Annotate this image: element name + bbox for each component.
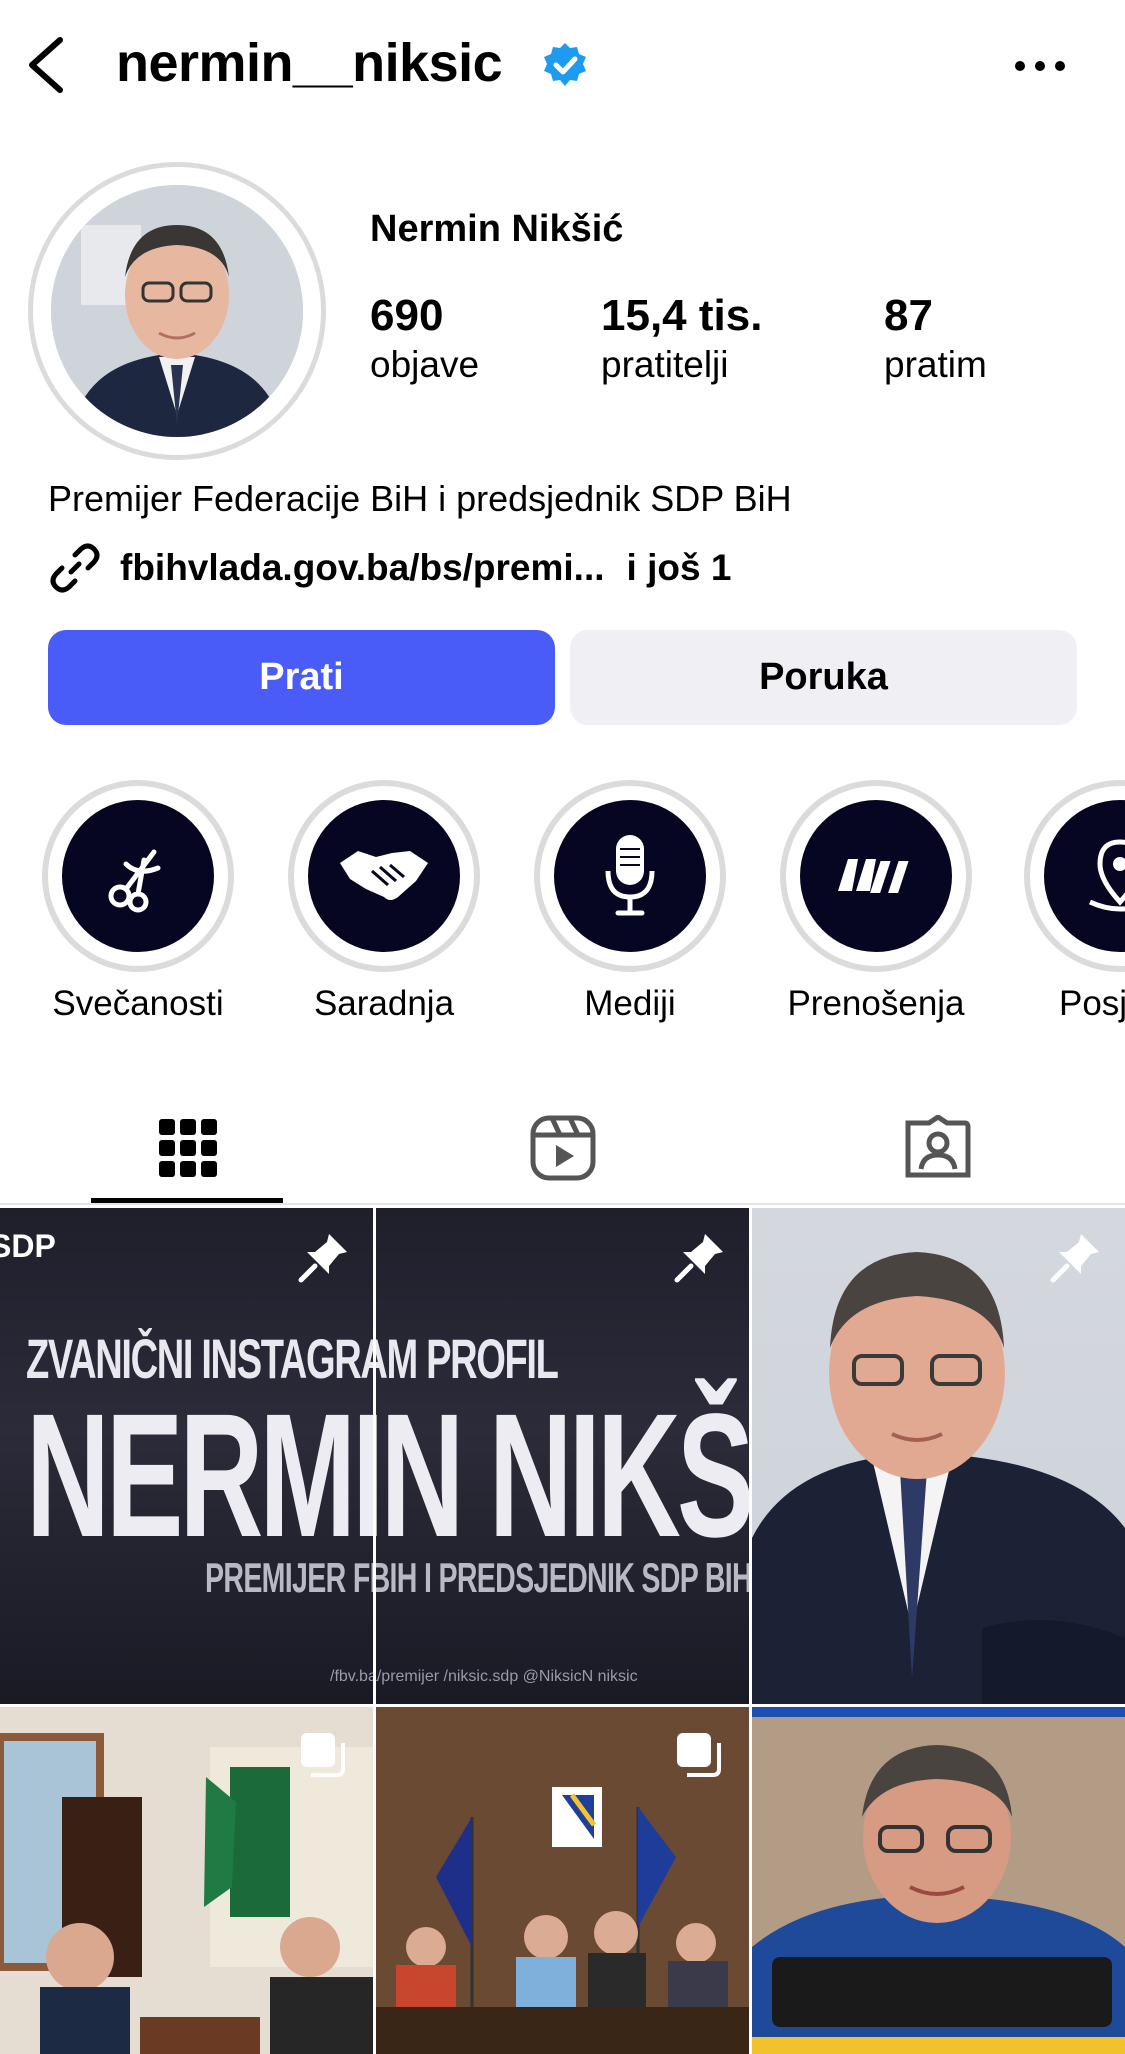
reels-icon <box>530 1115 595 1180</box>
highlight-cover <box>780 780 972 972</box>
highlight-item[interactable]: Posj <box>1024 780 1125 1024</box>
tab-reels[interactable] <box>375 1090 750 1205</box>
stat-following-value: 87 <box>884 291 933 340</box>
stat-followers-value: 15,4 tis. <box>601 291 763 340</box>
banner-line3-continued: PREMIJER FBIH I PREDSJEDNIK SDP BIH <box>376 1554 749 1601</box>
sdp-logo: SDP <box>0 1228 56 1264</box>
highlight-cover <box>534 780 726 972</box>
carousel-icon <box>301 1733 345 1777</box>
highlight-item[interactable]: Svečanosti <box>40 780 236 1024</box>
profile-display-name: Nermin Nikšić <box>370 208 624 250</box>
stat-posts-value: 690 <box>370 291 444 340</box>
banner-social-continued: /fbv.ba/premijer /niksic.sdp @NiksicN ni… <box>376 1668 638 1685</box>
highlight-label: Prenošenja <box>787 984 965 1023</box>
tab-posts[interactable] <box>0 1090 375 1205</box>
pin-icon <box>1050 1234 1099 1283</box>
highlight-label: Posj <box>1059 984 1125 1023</box>
highlight-cover <box>288 780 480 972</box>
profile-tabs <box>0 1090 1125 1205</box>
banner-line3: PREMIJER FBIH I PREDSJEDNIK SDP BIH <box>205 1554 373 1601</box>
highlight-label: Svečanosti <box>52 984 224 1023</box>
post-thumbnail[interactable] <box>752 1707 1125 2054</box>
stat-followers-label: pratitelji <box>601 344 729 385</box>
highlight-item[interactable]: Mediji <box>532 780 728 1024</box>
stat-following[interactable]: 87 pratim <box>884 290 987 388</box>
profile-header: nermin__niksic <box>0 0 1125 130</box>
stat-posts-label: objave <box>370 344 480 385</box>
stat-following-label: pratim <box>884 344 987 385</box>
link-icon <box>50 543 100 593</box>
link-more[interactable]: i još 1 <box>627 547 732 589</box>
quote-icon <box>838 859 909 893</box>
profile-bio: Premijer Federacije BiH i predsjednik SD… <box>48 478 792 519</box>
avatar-photo <box>51 185 303 437</box>
tagged-icon <box>905 1114 970 1177</box>
verified-badge-icon <box>544 43 586 86</box>
highlight-cover <box>1024 780 1125 972</box>
highlight-label: Mediji <box>584 984 676 1023</box>
back-button[interactable] <box>20 30 80 100</box>
highlight-label: Saradnja <box>313 984 455 1023</box>
more-options-button[interactable] <box>1010 48 1070 84</box>
stat-posts[interactable]: 690 objave <box>370 290 479 388</box>
microphone-icon <box>605 835 655 916</box>
profile-username: nermin__niksic <box>116 33 503 93</box>
highlight-cover <box>42 780 234 972</box>
post-thumbnail[interactable]: ZVANIČNI INSTAGRAM PROFIL NERMIN NIKŠIĆ … <box>376 1208 749 1704</box>
pin-icon <box>298 1234 347 1283</box>
handshake-icon <box>340 851 428 900</box>
profile-avatar[interactable] <box>28 162 326 460</box>
highlight-item[interactable]: Prenošenja <box>778 780 974 1024</box>
message-button[interactable]: Poruka <box>570 630 1077 725</box>
post-thumbnail[interactable] <box>376 1707 749 2054</box>
link-text[interactable]: fbihvlada.gov.ba/bs/premi... <box>120 547 605 589</box>
banner-line2-continued: NERMIN NIKŠIĆ <box>376 1378 749 1574</box>
banner-social: /fbv.ba/premijer /niksic.sdp @NiksicN ni… <box>330 1668 373 1685</box>
highlight-item[interactable]: Saradnja <box>286 780 482 1024</box>
banner-line2: NERMIN NIKŠIĆ <box>26 1378 373 1574</box>
follow-button[interactable]: Prati <box>48 630 555 725</box>
chevron-left-icon <box>29 37 63 93</box>
tab-tagged[interactable] <box>750 1090 1125 1205</box>
post-thumbnail[interactable]: SDP ZVANIČNI INSTAGRAM PROFIL NERMIN NIK… <box>0 1208 373 1704</box>
speech-photo <box>752 1707 1125 2054</box>
profile-link[interactable]: fbihvlada.gov.ba/bs/premi... i još 1 <box>48 540 731 596</box>
location-pin-icon <box>1088 839 1125 912</box>
post-thumbnail[interactable] <box>752 1208 1125 1704</box>
more-horizontal-icon <box>1015 61 1065 71</box>
post-thumbnail[interactable] <box>0 1707 373 2054</box>
pin-icon <box>674 1234 723 1283</box>
ribbon-scissors-icon <box>108 849 161 913</box>
stat-followers[interactable]: 15,4 tis. pratitelji <box>601 290 762 388</box>
grid-icon <box>158 1118 217 1177</box>
carousel-icon <box>677 1733 721 1777</box>
divider <box>0 1203 1125 1205</box>
